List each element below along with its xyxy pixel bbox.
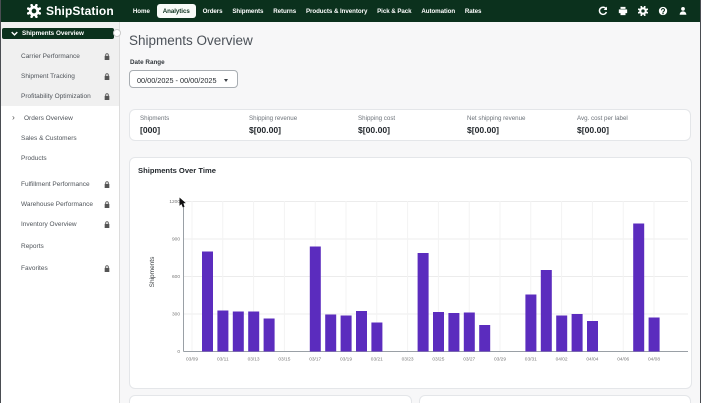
svg-text:1200: 1200 — [169, 199, 180, 205]
svg-text:03/19: 03/19 — [340, 357, 352, 363]
svg-text:04/08: 04/08 — [648, 357, 660, 363]
svg-text:03/17: 03/17 — [309, 357, 321, 363]
svg-text:04/04: 04/04 — [586, 357, 598, 363]
svg-text:04/02: 04/02 — [556, 357, 568, 363]
svg-text:03/15: 03/15 — [278, 357, 290, 363]
svg-text:03/09: 03/09 — [186, 357, 198, 363]
svg-text:03/23: 03/23 — [402, 357, 414, 363]
svg-text:03/11: 03/11 — [217, 357, 229, 363]
svg-text:600: 600 — [172, 274, 180, 280]
svg-text:03/29: 03/29 — [494, 357, 506, 363]
svg-text:03/31: 03/31 — [525, 357, 537, 363]
svg-text:03/13: 03/13 — [248, 357, 260, 363]
svg-text:Shipments: Shipments — [149, 256, 156, 287]
svg-text:03/21: 03/21 — [371, 357, 383, 363]
svg-text:900: 900 — [172, 237, 180, 243]
svg-text:04/06: 04/06 — [617, 357, 629, 363]
svg-text:300: 300 — [172, 312, 180, 318]
svg-text:03/27: 03/27 — [463, 357, 475, 363]
svg-text:0: 0 — [177, 349, 180, 355]
svg-text:03/25: 03/25 — [432, 357, 444, 363]
